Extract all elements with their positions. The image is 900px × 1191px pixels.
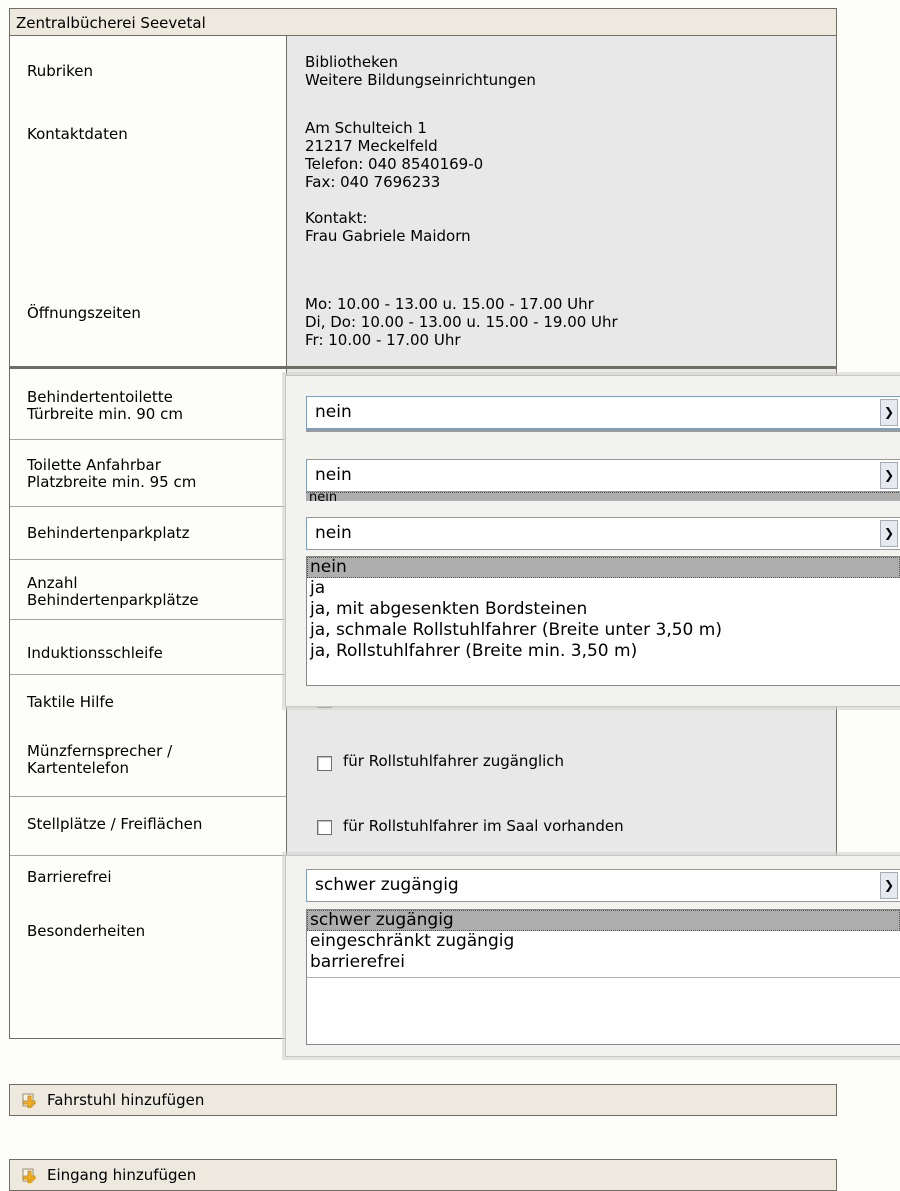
label-rubriken: Rubriken [10, 36, 287, 107]
label-line: Behindertentoilette [27, 388, 173, 406]
label-line: Anzahl [27, 574, 78, 592]
toilette-anfahrbar-select-value: nein [315, 465, 352, 485]
kontakt-line: 21217 Meckelfeld [305, 137, 438, 155]
add-fahrstuhl-label: Fahrstuhl hinzufügen [47, 1091, 205, 1109]
label-line: Toilette Anfahrbar [27, 456, 161, 474]
add-eingang-label: Eingang hinzufügen [47, 1166, 197, 1184]
toilette-anfahrbar-select[interactable]: nein ❯ [306, 459, 900, 492]
toilette-anfahrbar-peek: nein [306, 492, 900, 501]
oeffnung-line: Mo: 10.00 - 13.00 u. 15.00 - 17.00 Uhr [305, 295, 594, 313]
row-stellplaetze: Stellplätze / Freiflächen für Rollstuhlf… [10, 796, 836, 856]
value-oeffnungszeiten: Mo: 10.00 - 13.00 u. 15.00 - 17.00 Uhr D… [287, 285, 836, 366]
value-cell: für Rollstuhlfahrer zugänglich [287, 727, 836, 796]
toilette-select[interactable]: nein ❯ [306, 396, 900, 429]
row-rubriken: Rubriken Bibliotheken Weitere Bildungsei… [10, 36, 836, 108]
add-fahrstuhl-button[interactable]: Fahrstuhl hinzufügen [9, 1084, 837, 1116]
row-muenzfernsprecher: Münzfernsprecher / Kartentelefon für Rol… [10, 727, 836, 797]
info-table: Rubriken Bibliotheken Weitere Bildungsei… [9, 36, 837, 367]
kontakt-line: Telefon: 040 8540169-0 [305, 155, 484, 173]
row-oeffnungszeiten: Öffnungszeiten Mo: 10.00 - 13.00 u. 15.0… [10, 285, 836, 366]
label-stellplaetze: Stellplätze / Freiflächen [10, 796, 287, 855]
chevron-down-icon[interactable]: ❯ [880, 520, 898, 547]
stellplaetze-checkbox-label: für Rollstuhlfahrer im Saal vorhanden [343, 817, 624, 835]
barrierefrei-select-value: schwer zugängig [315, 875, 459, 895]
option-barrierefrei[interactable]: barrierefrei [307, 952, 900, 973]
select-overlay-panel: nein ❯ nein ❯ nein nein ❯ nein ja ja, mi… [285, 375, 900, 707]
option-nein[interactable]: nein [307, 557, 900, 578]
label-behindertenparkplatz: Behindertenparkplatz [10, 506, 287, 559]
peek-text: nein [309, 492, 338, 501]
add-eingang-button[interactable]: Eingang hinzufügen [9, 1159, 837, 1191]
kontakt-line: Am Schulteich 1 [305, 119, 427, 137]
option-ja-schmal[interactable]: ja, schmale Rollstuhlfahrer (Breite unte… [307, 620, 900, 641]
label-muenzfernsprecher: Münzfernsprecher / Kartentelefon [10, 727, 287, 796]
label-line: Platzbreite min. 95 cm [27, 473, 197, 491]
label-besonderheiten: Besonderheiten [10, 905, 287, 1038]
stellplaetze-checkbox[interactable] [317, 820, 332, 835]
barrierefrei-options-list: schwer zugängig eingeschränkt zugängig b… [306, 909, 900, 1045]
oeffnung-line: Fr: 10.00 - 17.00 Uhr [305, 331, 461, 349]
kontakt-line: Kontakt: [305, 209, 368, 227]
option-ja[interactable]: ja [307, 578, 900, 599]
label-toilette-anfahrbar: Toilette Anfahrbar Platzbreite min. 95 c… [10, 439, 287, 506]
option-eingeschraenkt[interactable]: eingeschränkt zugängig [307, 931, 900, 952]
entry-title-bar: Zentralbücherei Seevetal [9, 8, 837, 36]
toilette-select-value: nein [315, 402, 352, 422]
add-page-icon [22, 1168, 36, 1183]
option-ja-breit[interactable]: ja, Rollstuhlfahrer (Breite min. 3,50 m) [307, 641, 900, 662]
barrierefrei-select[interactable]: schwer zugängig ❯ [306, 869, 900, 902]
listbox-edge [306, 429, 900, 432]
label-line: Kartentelefon [27, 759, 130, 777]
kontakt-line: Frau Gabriele Maidorn [305, 227, 471, 245]
barrierefrei-overlay-panel: schwer zugängig ❯ schwer zugängig einges… [285, 855, 900, 1057]
value-cell: für Rollstuhlfahrer im Saal vorhanden [287, 796, 836, 855]
row-kontakt: Kontaktdaten Am Schulteich 1 21217 Mecke… [10, 107, 836, 286]
value-rubriken: Bibliotheken Weitere Bildungseinrichtung… [287, 36, 836, 107]
option-ja-bordsteine[interactable]: ja, mit abgesenkten Bordsteinen [307, 599, 900, 620]
rubrik-1: Bibliotheken [305, 53, 398, 71]
label-barrierefrei: Barrierefrei [10, 855, 287, 905]
label-induktionsschleife: Induktionsschleife [10, 619, 287, 674]
parkplatz-options-list: nein ja ja, mit abgesenkten Bordsteinen … [306, 556, 900, 686]
label-line: Behindertenparkplätze [27, 591, 199, 609]
label-taktile-hilfe: Taktile Hilfe [10, 674, 287, 729]
oeffnung-line: Di, Do: 10.00 - 13.00 u. 15.00 - 19.00 U… [305, 313, 618, 331]
label-anzahl-parkplaetze: Anzahl Behindertenparkplätze [10, 559, 287, 619]
telefon-checkbox-label: für Rollstuhlfahrer zugänglich [343, 752, 565, 770]
label-oeffnungszeiten: Öffnungszeiten [10, 285, 287, 366]
listbox-divider [307, 977, 900, 978]
label-kontakt: Kontaktdaten [10, 107, 287, 285]
chevron-down-icon[interactable]: ❯ [880, 462, 898, 489]
add-page-icon [22, 1093, 36, 1108]
kontakt-spacer [305, 191, 836, 209]
label-line: Münzfernsprecher / [27, 742, 173, 760]
telefon-checkbox[interactable] [317, 756, 332, 771]
kontakt-line: Fax: 040 7696233 [305, 173, 441, 191]
label-behindertentoilette: Behindertentoilette Türbreite min. 90 cm [10, 369, 287, 439]
option-schwer-zugaengig[interactable]: schwer zugängig [307, 910, 900, 931]
chevron-down-icon[interactable]: ❯ [880, 872, 898, 899]
chevron-down-icon[interactable]: ❯ [880, 399, 898, 426]
parkplatz-select[interactable]: nein ❯ [306, 517, 900, 550]
label-line: Türbreite min. 90 cm [27, 405, 183, 423]
value-kontakt: Am Schulteich 1 21217 Meckelfeld Telefon… [287, 107, 836, 285]
rubrik-2: Weitere Bildungseinrichtungen [305, 71, 536, 89]
entry-title: Zentralbücherei Seevetal [16, 14, 206, 32]
parkplatz-select-value: nein [315, 523, 352, 543]
